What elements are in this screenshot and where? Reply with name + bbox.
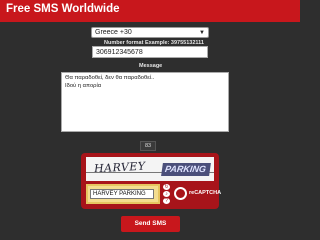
captcha-image: HARVEY PARKING [86, 157, 214, 181]
help-icon[interactable]: ? [163, 198, 170, 204]
recaptcha-logo: reCAPTCHA [174, 187, 221, 201]
captcha-word-2-box: PARKING [161, 163, 211, 176]
recaptcha-logo-text: reCAPTCHA [189, 190, 222, 196]
captcha-word-2: PARKING [164, 164, 207, 174]
chevron-down-icon: ▼ [199, 30, 205, 36]
message-label: Message [139, 63, 163, 69]
captcha-input[interactable]: HARVEY PARKING [90, 189, 154, 199]
message-line: Ιδού η απορία [65, 83, 102, 89]
captcha-controls: ↻ ♪ ? [163, 184, 171, 206]
country-select-value: Greece +30 [95, 29, 132, 36]
refresh-icon[interactable]: ↻ [163, 184, 170, 190]
send-sms-button[interactable]: Send SMS [121, 216, 180, 232]
message-line: Θα παραδοθεί, δεν θα παραδοθεί.. [65, 75, 155, 81]
app-header: Free SMS Worldwide [0, 0, 300, 22]
captcha-widget: HARVEY PARKING HARVEY PARKING ↻ ♪ ? reCA… [81, 153, 221, 209]
phone-number-value: 306912345678 [96, 49, 143, 56]
message-textarea[interactable]: Θα παραδοθεί, δεν θα παραδοθεί.. Ιδού η … [61, 72, 229, 132]
audio-icon[interactable]: ♪ [163, 191, 170, 197]
country-select[interactable]: Greece +30 ▼ [91, 27, 209, 38]
char-counter: 83 [140, 141, 156, 151]
recaptcha-icon [174, 187, 187, 200]
app-title: Free SMS Worldwide [6, 3, 120, 15]
captcha-input-frame: HARVEY PARKING [86, 184, 160, 204]
captcha-input-value: HARVEY PARKING [93, 191, 146, 197]
phone-number-input[interactable]: 306912345678 [92, 46, 208, 58]
